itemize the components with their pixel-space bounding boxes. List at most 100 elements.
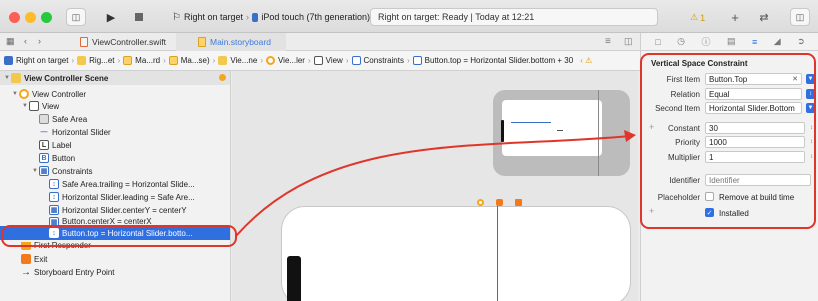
inspector-toggle-button[interactable]: ◫ <box>790 8 810 26</box>
tab-viewcontroller-swift[interactable]: ViewController.swift <box>76 33 176 51</box>
scene-status-dot-icon <box>219 74 226 81</box>
warning-indicator[interactable]: ⚠ 1 <box>690 12 705 23</box>
add-installed-variation-plus-icon[interactable]: + <box>649 206 654 216</box>
tab-main-storyboard[interactable]: Main.storyboard <box>176 33 286 51</box>
navigator-toggle-button[interactable]: ◫ <box>66 8 86 26</box>
identifier-field[interactable] <box>705 174 811 186</box>
file-inspector-icon[interactable]: □ <box>655 37 660 47</box>
scheme-selector[interactable]: ⚐ Right on target › iPod touch (7th gene… <box>172 8 370 26</box>
run-button[interactable]: ▶ <box>100 8 122 26</box>
history-inspector-icon[interactable]: ◷ <box>677 36 685 47</box>
library-button[interactable]: + <box>724 8 746 26</box>
outline-item-constraints[interactable]: ▼ ▦ Constraints <box>0 165 230 177</box>
jump-bar-item[interactable]: Right on target <box>16 56 68 65</box>
clear-icon[interactable]: ✕ <box>792 75 798 83</box>
outline-item-view-controller[interactable]: ▼ View Controller <box>0 88 230 100</box>
play-icon: ▶ <box>106 11 116 24</box>
jump-bar-item[interactable]: View <box>326 56 343 65</box>
outline-item-constraint[interactable]: ↕ Safe Area.trailing = Horizontal Slide.… <box>0 178 230 190</box>
multiplier-field[interactable]: 1 <box>705 151 805 163</box>
device-screen[interactable] <box>281 206 631 301</box>
relation-chevron-icon[interactable]: ↕ <box>806 89 815 99</box>
priority-label: Priority <box>675 138 700 147</box>
jump-bar-item[interactable]: Constraints <box>364 56 404 65</box>
minimize-window-button[interactable] <box>25 12 36 23</box>
scene-icon <box>11 73 21 83</box>
zoom-window-button[interactable] <box>41 12 52 23</box>
multiplier-stepper[interactable]: ↕ <box>808 151 815 163</box>
xcode-window: ◫ ▶ ⚐ Right on target › iPod touch (7th … <box>0 0 818 301</box>
outline-item-constraint[interactable]: ▦ Button.centerX = centerX <box>0 217 230 225</box>
back-arrow-icon[interactable]: ‹ <box>24 36 27 46</box>
view-icon <box>29 101 39 111</box>
outline-item-safe-area[interactable]: Safe Area <box>0 113 230 125</box>
installed-checkbox[interactable]: ✓ <box>705 208 714 217</box>
priority-stepper[interactable]: ↕ <box>808 136 815 148</box>
outline-item-constraint[interactable]: ▦ Horizontal Slider.centerY = centerY <box>0 204 230 216</box>
identifier-label: Identifier <box>669 176 700 185</box>
constant-label: Constant <box>667 124 700 133</box>
outline-item-label: First Responder <box>34 242 91 250</box>
remove-at-build-time-checkbox[interactable] <box>705 192 714 201</box>
constant-field[interactable]: 30 <box>705 122 805 134</box>
outline-item-exit[interactable]: Exit <box>0 253 230 265</box>
connections-inspector-icon[interactable]: ➲ <box>797 36 805 47</box>
scheme-target-name: Right on target <box>183 12 244 22</box>
editor-options-icon[interactable]: ≡ <box>605 36 611 47</box>
code-review-button[interactable]: ⇄ <box>752 8 776 26</box>
jump-bar-item[interactable]: Button.top = Horizontal Slider.bottom + … <box>425 56 574 65</box>
minimap-screen <box>502 100 602 156</box>
jump-bar-item[interactable]: Ma...se) <box>181 56 210 65</box>
placeholder-label: Placeholder <box>657 193 700 202</box>
size-inspector-icon[interactable]: ◢ <box>774 36 781 47</box>
quick-help-icon[interactable]: ⓘ <box>702 35 711 48</box>
dock-first-responder-icon[interactable] <box>496 199 503 206</box>
constraint-icon: ↕ <box>49 179 59 189</box>
jump-bar-item[interactable]: Ma...rd <box>135 56 160 65</box>
identity-inspector-icon[interactable]: ▤ <box>727 36 736 47</box>
outline-scene-header[interactable]: ▼ View Controller Scene <box>0 71 230 85</box>
outline-item-label: Button <box>52 153 76 163</box>
dock-exit-icon[interactable] <box>515 199 522 206</box>
folder-icon <box>77 56 87 65</box>
target-icon: ⚐ <box>172 11 181 23</box>
outline-item-view[interactable]: ▼ View <box>0 100 230 112</box>
outline-item-constraint[interactable]: ↕ Horizontal Slider.leading = Safe Are..… <box>0 191 230 203</box>
outline-item-label[interactable]: L Label <box>0 139 230 151</box>
sidebar-icon: ◫ <box>71 11 81 22</box>
dock-view-controller-icon[interactable] <box>477 199 484 206</box>
disclosure-open-icon: ▼ <box>12 91 18 97</box>
jump-bar-item[interactable]: Rig...et <box>89 56 114 65</box>
priority-field[interactable]: 1000 <box>705 136 805 148</box>
stop-button[interactable] <box>128 8 150 26</box>
outline-item-first-responder[interactable]: First Responder <box>0 242 230 250</box>
outline-item-constraint-selected[interactable]: ↕ Button.top = Horizontal Slider.botto..… <box>0 226 230 240</box>
view-controller-icon <box>265 56 275 65</box>
storyboard-file-icon <box>198 37 206 47</box>
forward-arrow-icon[interactable]: › <box>38 36 41 46</box>
outline-item-label: Button.top = Horizontal Slider.botto... <box>62 228 193 238</box>
first-item-select[interactable]: Button.Top ✕ <box>705 73 802 85</box>
minimap-device-frame[interactable] <box>493 90 630 176</box>
relation-value: Equal <box>709 89 730 99</box>
second-item-select[interactable]: Horizontal Slider.Bottom <box>705 102 802 114</box>
second-item-chevron-down-icon[interactable]: ▼ <box>806 103 815 113</box>
constant-stepper[interactable]: ↕ <box>808 122 815 134</box>
storyboard-icon <box>168 56 178 65</box>
storyboard-canvas[interactable] <box>232 71 638 301</box>
grid-icon[interactable]: ▦ <box>6 36 15 47</box>
first-item-chevron-down-icon[interactable]: ▼ <box>806 74 815 84</box>
outline-item-button[interactable]: B Button <box>0 152 230 164</box>
stop-icon <box>135 13 143 21</box>
close-window-button[interactable] <box>9 12 20 23</box>
scene-dock[interactable] <box>477 199 522 206</box>
jump-bar-item[interactable]: Vie...ne <box>230 56 257 65</box>
constraint-icon <box>412 56 422 65</box>
jump-bar-item[interactable]: Vie...ler <box>278 56 305 65</box>
warning-count: 1 <box>700 12 706 23</box>
outline-item-entry-point[interactable]: → Storyboard Entry Point <box>0 266 230 278</box>
relation-select[interactable]: Equal <box>705 88 802 100</box>
outline-item-horizontal-slider[interactable]: — Horizontal Slider <box>0 126 230 138</box>
attributes-inspector-icon[interactable]: ≡ <box>752 37 757 47</box>
split-editor-icon[interactable]: ◫ <box>624 36 633 47</box>
